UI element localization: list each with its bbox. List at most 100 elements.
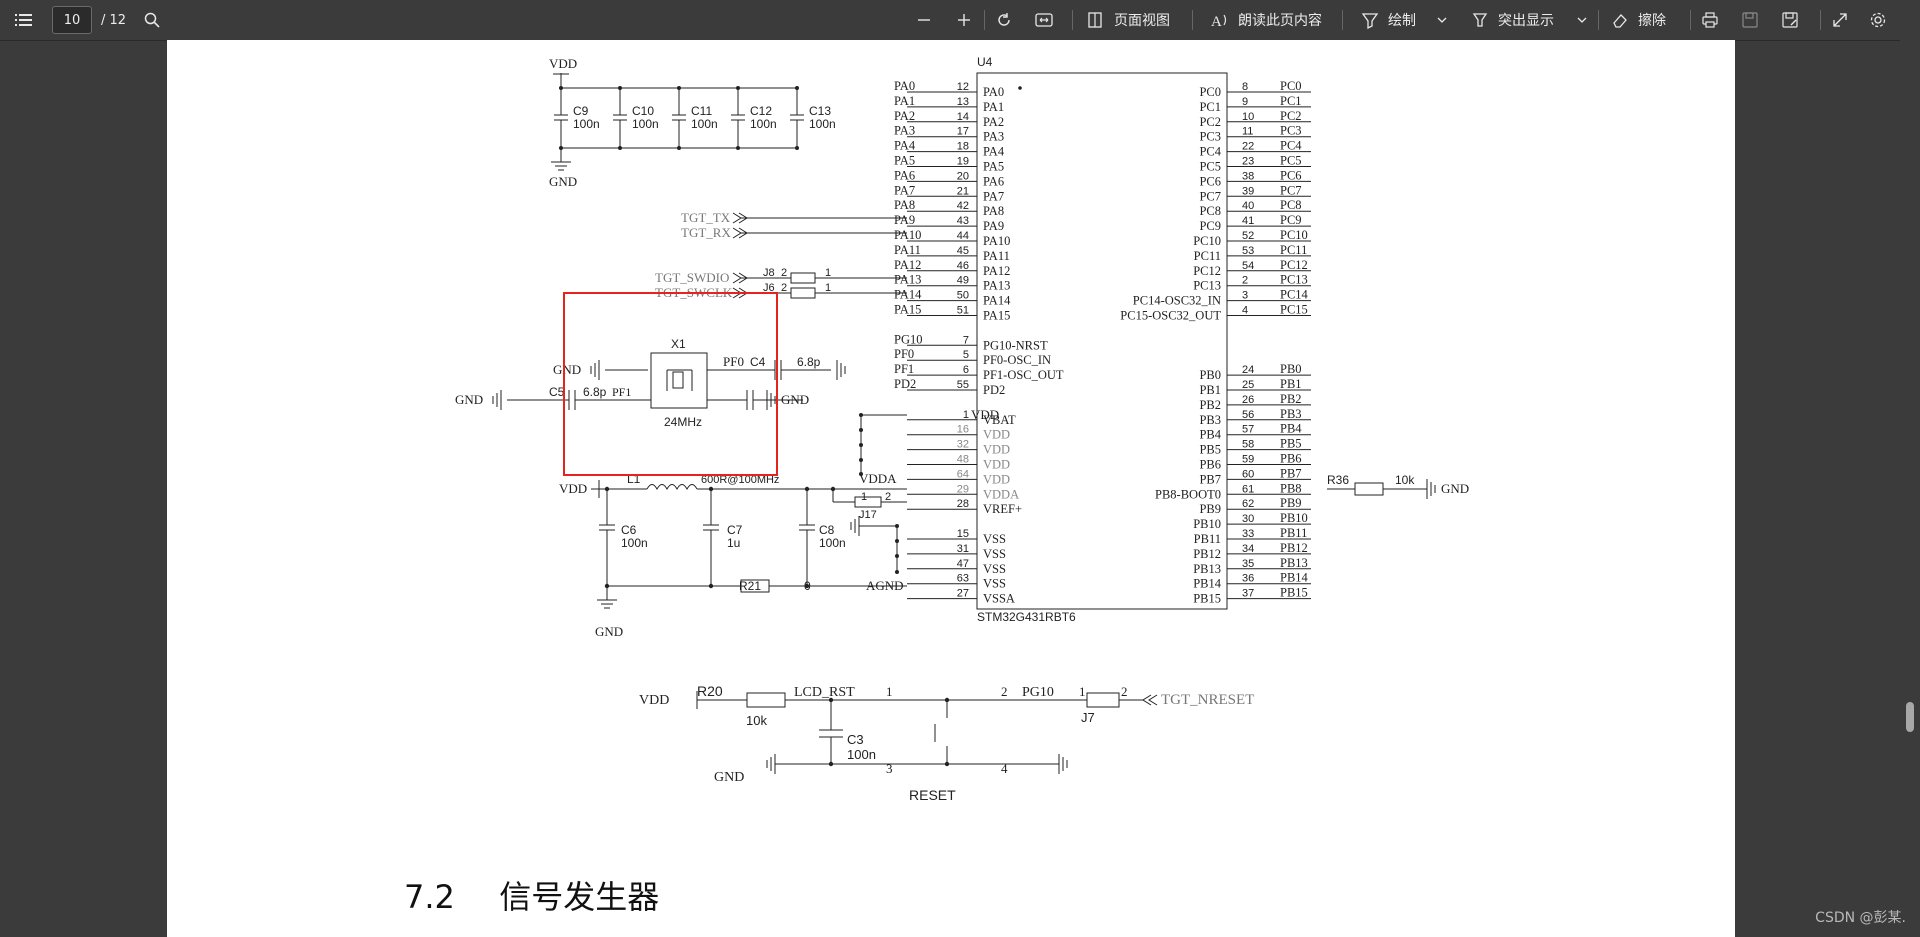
rotate-button[interactable] <box>994 0 1014 40</box>
erase-button[interactable]: 擦除 <box>1610 0 1666 40</box>
mcu-left-pin-num: 47 <box>957 558 969 570</box>
chevron-down-icon <box>1572 10 1592 30</box>
mcu-right-net: PC12 <box>1280 258 1308 272</box>
mcu-left-pin-num: 50 <box>957 290 969 302</box>
mcu-left-pin-name: VSS <box>983 532 1006 546</box>
scrollbar-thumb[interactable] <box>1906 702 1914 732</box>
mcu-right-pin-num: 36 <box>1242 573 1254 585</box>
section-number: 7.2 <box>404 878 455 916</box>
mcu-right-pin-num: 52 <box>1242 230 1254 242</box>
draw-options-dropdown[interactable] <box>1432 0 1452 40</box>
mcu-right-net: PC1 <box>1280 94 1302 108</box>
mcu-left-pin-num: 31 <box>957 543 969 555</box>
net-vdda: VDDA <box>859 471 897 486</box>
mcu-left-pin-num: 17 <box>957 126 969 138</box>
cap-c8-value: 100n <box>819 536 846 550</box>
highlight-options-dropdown[interactable] <box>1572 0 1592 40</box>
plus-icon <box>954 10 974 30</box>
mcu-right-net: PB3 <box>1280 407 1302 421</box>
pdf-toolbar: 10 / 12 页面视图 A 朗读此页内容 绘制 突出显示 擦除 <box>0 0 1920 41</box>
reset-sw-pin3: 3 <box>886 761 893 776</box>
junction-dot <box>618 146 622 150</box>
decoupling-capacitor <box>731 88 745 148</box>
zoom-in-button[interactable] <box>954 0 974 40</box>
zoom-out-button[interactable] <box>914 0 934 40</box>
mcu-right-pin-num: 34 <box>1242 543 1254 555</box>
mcu-right-pin-name: PC8 <box>1199 204 1221 218</box>
mcu-right-pin-name: PC1 <box>1199 100 1221 114</box>
mcu-left-pin-name: PA6 <box>983 174 1004 188</box>
fullscreen-button[interactable] <box>1830 0 1850 40</box>
mcu-right-pin-name: PB13 <box>1193 562 1221 576</box>
decoupling-cap-value: 100n <box>632 117 659 131</box>
mcu-right-net: PC13 <box>1280 273 1308 287</box>
mcu-right-pin-name: PC2 <box>1199 115 1221 129</box>
mcu-left-pin-num: 20 <box>957 170 969 182</box>
mcu-left-pin-name: PA8 <box>983 204 1004 218</box>
page-number-input[interactable]: 10 <box>52 6 92 34</box>
mcu-left-pin-name: PA2 <box>983 115 1004 129</box>
mcu-left-net: PA8 <box>894 198 915 212</box>
fit-page-icon <box>1034 10 1054 30</box>
mcu-right-pin-num: 61 <box>1242 483 1254 495</box>
list-icon <box>14 10 34 30</box>
mcu-left-net: PA10 <box>894 228 921 242</box>
mcu-left-net: PG10 <box>894 332 922 346</box>
print-button[interactable] <box>1700 0 1720 40</box>
mcu-left-net: PD2 <box>894 377 916 391</box>
decoupling-cap-ref: C9 <box>573 104 589 118</box>
toolbar-divider <box>1342 10 1343 30</box>
mcu-left-pin-num: 16 <box>957 424 969 436</box>
mcu-left-net: PA13 <box>894 273 921 287</box>
mcu-right-pin-name: PB14 <box>1193 577 1222 591</box>
mcu-left-pin-num: 49 <box>957 275 969 287</box>
mcu-right-pin-name: PB12 <box>1193 547 1221 561</box>
mcu-right-pin-num: 41 <box>1242 215 1254 227</box>
cap-c7-ref: C7 <box>727 523 743 537</box>
mcu-left-net: PA6 <box>894 168 915 182</box>
mcu-left-pin-name: VSSA <box>983 592 1015 606</box>
mcu-left-pin-name: PA3 <box>983 130 1004 144</box>
toolbar-divider <box>1598 10 1599 30</box>
decoupling-cap-ref: C13 <box>809 104 831 118</box>
decoupling-vdd-label: VDD <box>549 56 577 71</box>
draw-button[interactable]: 绘制 <box>1360 0 1416 40</box>
mcu-left-net: PA14 <box>894 288 922 302</box>
mcu-left-net: PA3 <box>894 124 915 138</box>
mcu-right-net: PB12 <box>1280 541 1308 555</box>
page-view-button[interactable]: 页面视图 <box>1086 0 1170 40</box>
mcu-right-pin-name: PC6 <box>1199 174 1221 188</box>
save-button[interactable] <box>1740 0 1760 40</box>
junction-dot <box>895 539 899 543</box>
mcu-right-pin-name: PB5 <box>1199 443 1221 457</box>
toolbar-divider <box>1690 10 1691 30</box>
minus-icon <box>914 10 934 30</box>
mcu-right-net: PB8 <box>1280 481 1302 495</box>
search-button[interactable] <box>142 0 162 40</box>
junction-dot <box>677 146 681 150</box>
fit-width-button[interactable] <box>1034 0 1054 40</box>
highlight-button[interactable]: 突出显示 <box>1470 0 1554 40</box>
mcu-right-pin-num: 2 <box>1242 275 1248 287</box>
net-lcd-rst: LCD_RST <box>794 685 855 700</box>
settings-button[interactable] <box>1868 0 1888 40</box>
junction-dot <box>736 86 740 90</box>
save-as-button[interactable] <box>1780 0 1800 40</box>
mcu-right-pin-name: PC15-OSC32_OUT <box>1120 309 1221 323</box>
mcu-left-pin-name: PA11 <box>983 249 1010 263</box>
mcu-right-pin-name: PC9 <box>1199 219 1221 233</box>
vertical-scrollbar[interactable] <box>1900 40 1920 937</box>
read-aloud-button[interactable]: A 朗读此页内容 <box>1210 0 1322 40</box>
toolbar-divider <box>1192 10 1193 30</box>
save-as-icon <box>1780 10 1800 30</box>
junction-dot <box>604 486 610 492</box>
junction-dot <box>708 583 714 589</box>
reset-button-label: RESET <box>909 787 956 803</box>
reset-gnd-label: GND <box>714 770 744 785</box>
save-icon <box>1740 10 1760 30</box>
j6-pin1: 1 <box>825 282 831 294</box>
table-of-contents-button[interactable] <box>14 0 34 40</box>
mcu-right-pin-num: 57 <box>1242 424 1254 436</box>
junction-dot <box>559 146 563 150</box>
watermark: CSDN @彭某. <box>1815 910 1906 926</box>
